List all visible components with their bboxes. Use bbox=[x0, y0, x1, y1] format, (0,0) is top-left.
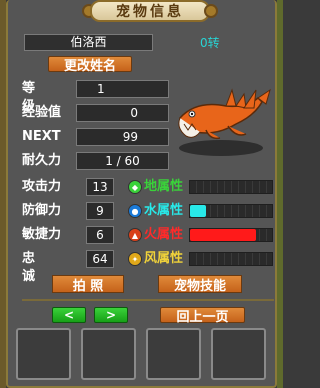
pet-slot-3[interactable] bbox=[146, 328, 201, 380]
next-pet-button[interactable]: > bbox=[94, 307, 128, 323]
fire-label: 火属性 bbox=[144, 227, 184, 242]
fire-bar-fill bbox=[190, 229, 256, 241]
fire-bar bbox=[189, 228, 273, 242]
pet-info-panel: 宠物信息 伯洛西 0转 更改姓名 等 级 1 经验值 0 NEXT 99 耐久力… bbox=[6, 0, 277, 388]
defense-value: 9 bbox=[86, 202, 114, 220]
attack-label: 攻击力 bbox=[22, 179, 62, 194]
defense-label: 防御力 bbox=[22, 203, 62, 218]
attack-value: 13 bbox=[86, 178, 114, 196]
water-icon: ● bbox=[128, 204, 142, 218]
rebirth-count: 0转 bbox=[200, 36, 220, 50]
rename-button[interactable]: 更改姓名 bbox=[48, 56, 132, 74]
water-bar bbox=[189, 204, 273, 218]
earth-icon: ◆ bbox=[128, 180, 142, 194]
prev-pet-button[interactable]: < bbox=[52, 307, 86, 323]
exp-label: 经验值 bbox=[22, 105, 62, 120]
durability-label: 耐久力 bbox=[22, 153, 62, 168]
earth-label: 地属性 bbox=[144, 179, 184, 194]
back-button[interactable]: 回上一页 bbox=[160, 307, 245, 325]
loyalty-label: 忠 诚 bbox=[22, 251, 46, 284]
pet-portrait bbox=[178, 88, 271, 156]
agility-value: 6 bbox=[86, 226, 114, 244]
loyalty-value: 64 bbox=[86, 250, 114, 268]
wind-label: 风属性 bbox=[144, 251, 184, 266]
pet-skills-button[interactable]: 宠物技能 bbox=[158, 275, 242, 294]
title-ornament-right bbox=[204, 4, 218, 18]
water-label: 水属性 bbox=[144, 203, 184, 218]
pet-name-field: 伯洛西 bbox=[24, 34, 153, 51]
level-label: 等 级 bbox=[22, 81, 46, 114]
divider bbox=[22, 299, 274, 301]
fire-icon: ▲ bbox=[128, 228, 142, 242]
exp-value: 0 bbox=[76, 104, 169, 122]
right-border bbox=[277, 0, 283, 388]
window-title: 宠物信息 bbox=[90, 0, 210, 22]
wind-bar bbox=[189, 252, 273, 266]
next-label: NEXT bbox=[22, 129, 61, 144]
next-value: 99 bbox=[76, 128, 169, 146]
agility-label: 敏捷力 bbox=[22, 227, 62, 242]
durability-value: 1 / 60 bbox=[76, 152, 169, 170]
photo-button[interactable]: 拍 照 bbox=[52, 275, 124, 294]
wind-icon: ✦ bbox=[128, 252, 142, 266]
pet-slot-2[interactable] bbox=[81, 328, 136, 380]
pet-slot-4[interactable] bbox=[211, 328, 266, 380]
pet-slot-1[interactable] bbox=[16, 328, 71, 380]
water-bar-fill bbox=[190, 205, 207, 217]
level-value: 1 bbox=[76, 80, 169, 98]
earth-bar bbox=[189, 180, 273, 194]
